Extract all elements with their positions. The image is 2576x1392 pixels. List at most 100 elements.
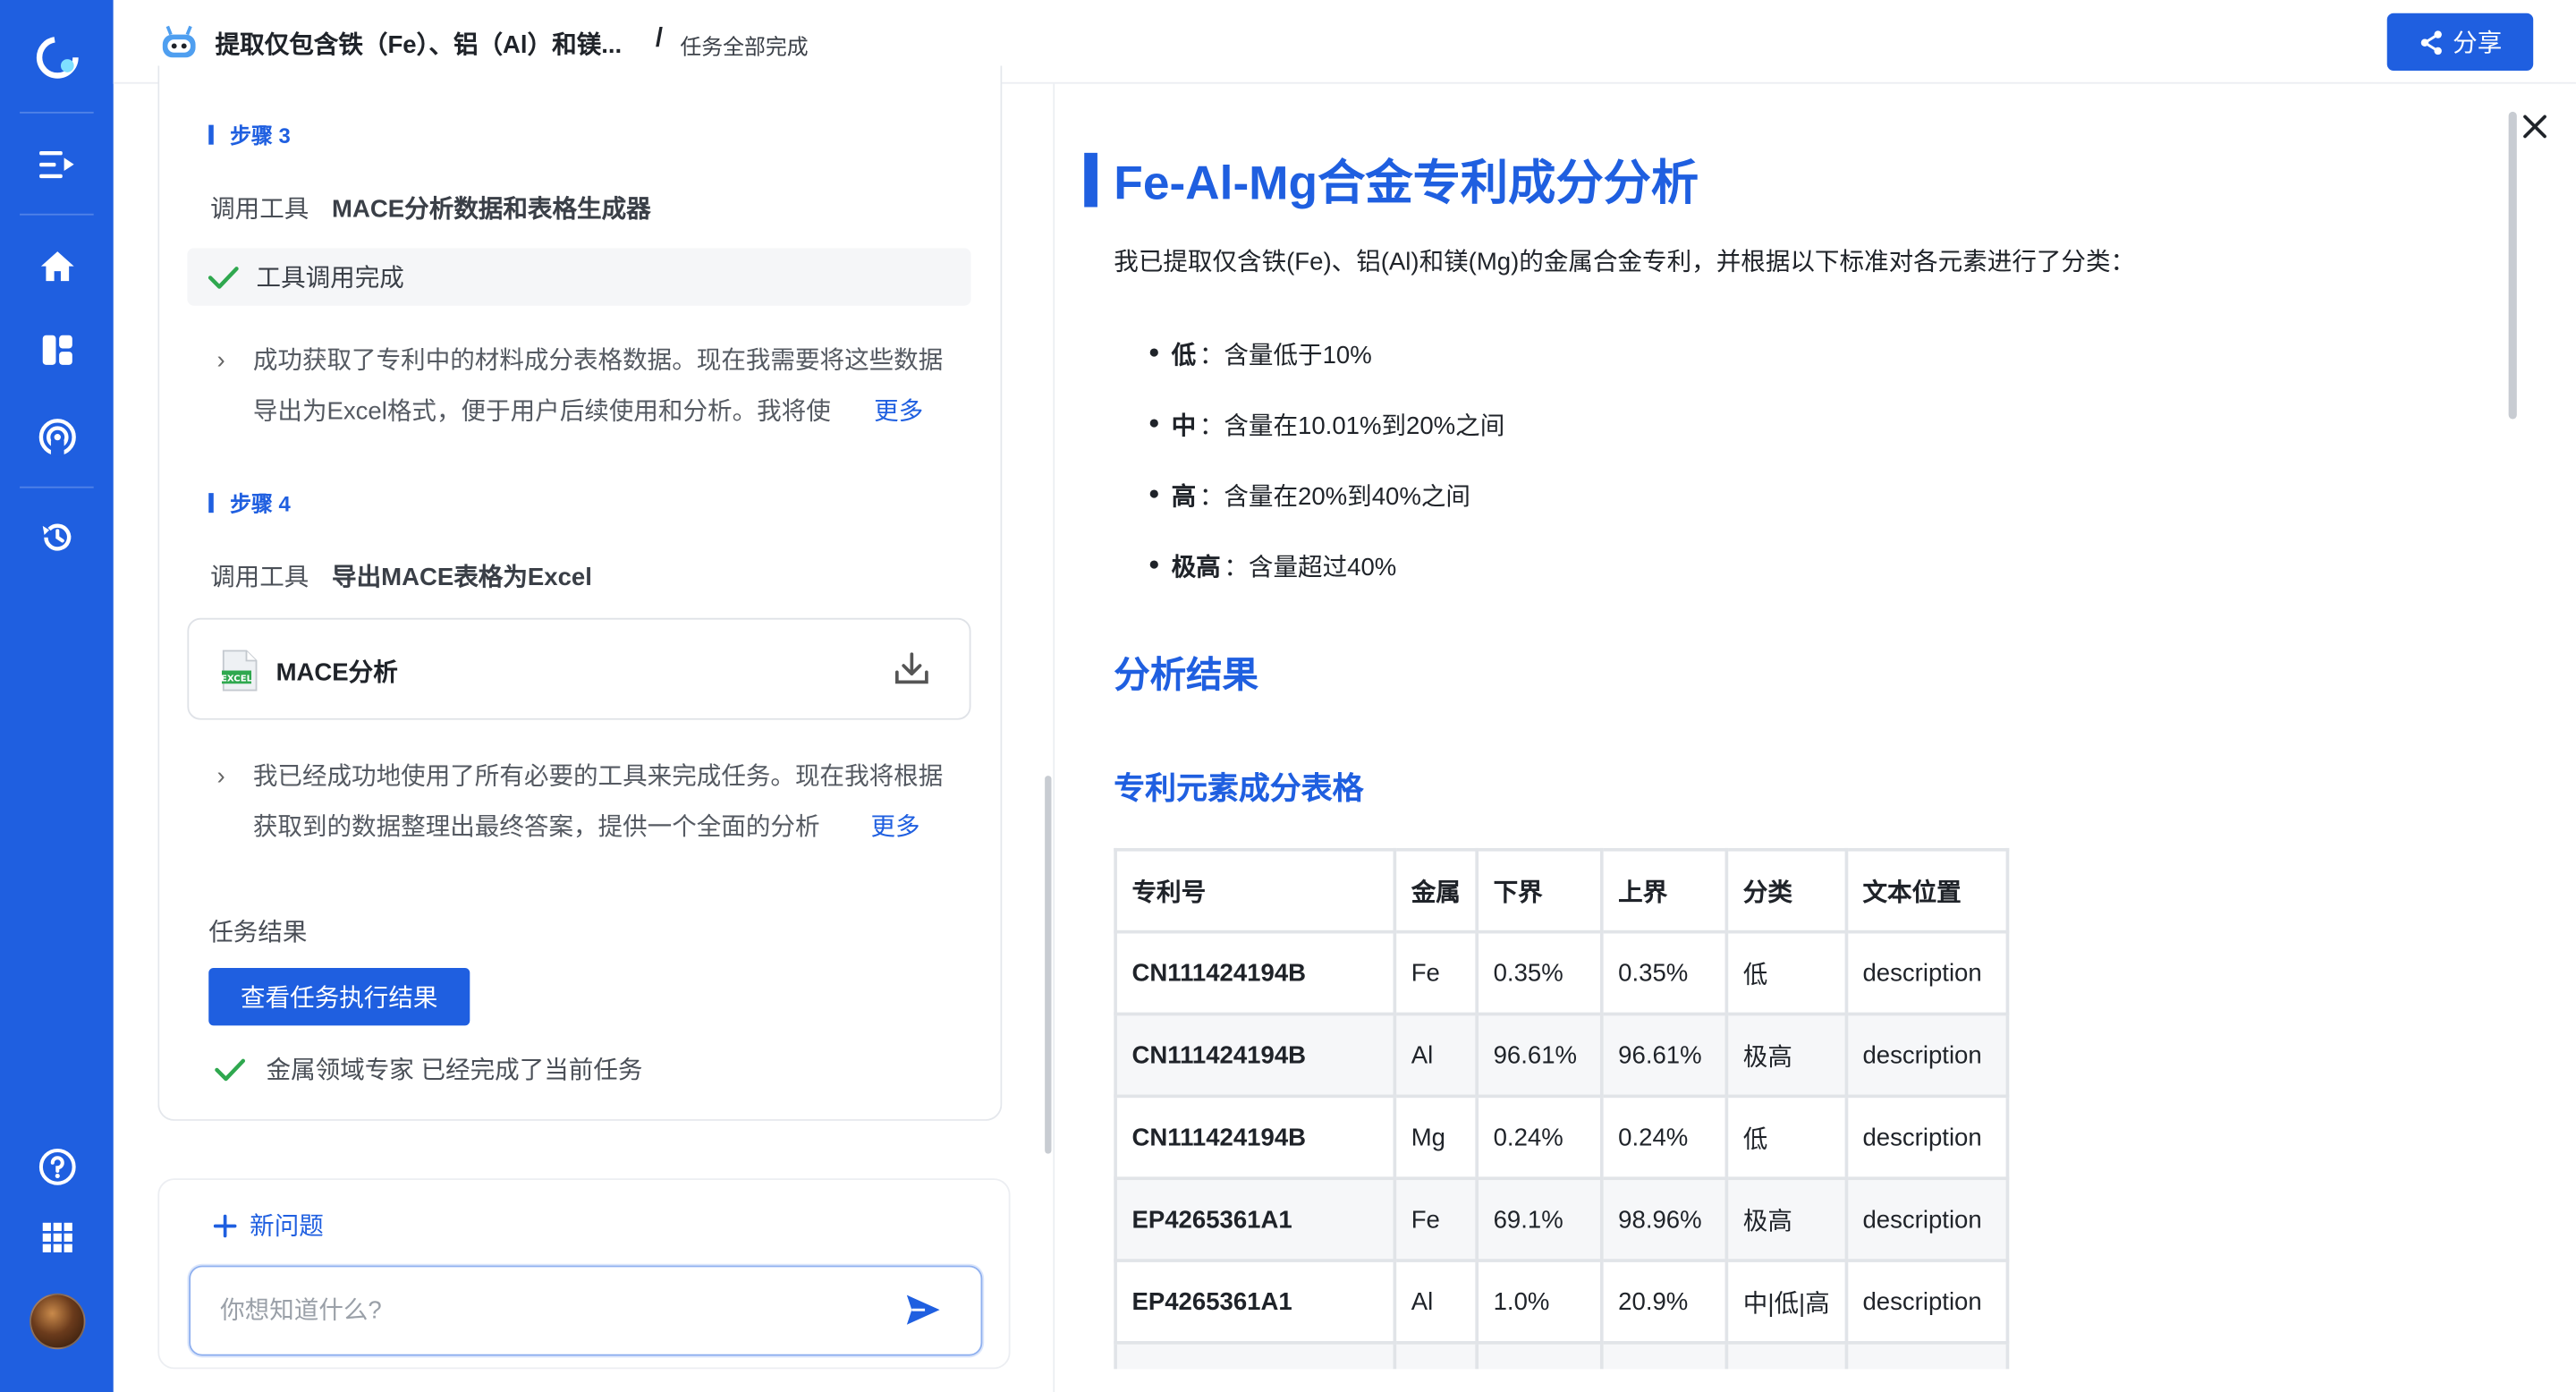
column-header: 下界 (1475, 847, 1604, 934)
chevron-right-icon[interactable]: › (216, 335, 225, 386)
criteria-item: 极高 ：含量超过40% (1149, 530, 1505, 601)
table-cell (1599, 1341, 1729, 1370)
question-input[interactable] (189, 1265, 983, 1356)
table-cell: 96.61% (1599, 1012, 1729, 1099)
excel-file-card[interactable]: EXCEL MACE分析 (187, 617, 971, 720)
criteria-item: 中：含量在10.01%到20%之间 (1149, 389, 1504, 460)
view-results-button[interactable]: 查看任务执行结果 (208, 968, 470, 1026)
menu-expand-icon[interactable] (33, 140, 82, 189)
excel-file-icon: EXCEL (221, 649, 258, 692)
table-cell: description (1844, 1012, 2009, 1099)
column-header: 金属 (1393, 847, 1479, 934)
table-cell: 69.1% (1475, 1176, 1604, 1262)
sidebar-divider (20, 486, 94, 488)
table-cell: Al (1393, 1012, 1479, 1099)
table-cell: 0.24% (1475, 1094, 1604, 1181)
table-cell: 极高 (1724, 1176, 1848, 1262)
subsection-heading: 专利元素成分表格 (1114, 772, 1364, 808)
help-icon[interactable] (33, 1142, 82, 1192)
table-cell: description (1844, 1259, 2009, 1345)
home-icon[interactable] (33, 242, 82, 291)
table-cell: Al (1393, 1259, 1479, 1345)
dashboard-icon[interactable] (33, 326, 82, 375)
table-cell: 低 (1724, 929, 1848, 1016)
tool-done-text: 工具调用完成 (256, 264, 404, 293)
plus-icon (213, 1213, 237, 1237)
table-cell (1475, 1341, 1604, 1370)
step-marker (208, 492, 214, 513)
excel-badge: EXCEL (222, 674, 253, 683)
logo-icon[interactable] (33, 33, 82, 82)
task-status: 任务全部完成 (680, 34, 809, 60)
column-header: 专利号 (1114, 847, 1397, 934)
question-input-card: 新问题 (157, 1178, 1011, 1370)
table-cell: 0.35% (1599, 929, 1729, 1016)
composition-table: 专利号 金属 下界 上界 分类 文本位置 CN111424194B Fe 0.3… (1114, 847, 2009, 1370)
step-4-label: 步骤 4 (208, 487, 291, 518)
task-result-label: 任务结果 (208, 918, 308, 947)
section-heading: 分析结果 (1114, 654, 1258, 696)
send-icon[interactable] (905, 1294, 941, 1327)
tool-name: MACE分析数据和表格生成器 (332, 195, 651, 224)
table-row (1114, 1341, 2009, 1370)
criteria-item: 低：含量低于10% (1149, 318, 1505, 389)
report-title: Fe-Al-Mg合金专利成分分析 (1084, 145, 1699, 214)
column-header: 分类 (1724, 847, 1848, 934)
share-label: 分享 (2453, 30, 2503, 58)
table-cell: 98.96% (1599, 1176, 1729, 1262)
criteria-item: 高：含量在20%到40%之间 (1149, 460, 1505, 530)
table-cell: 1.0% (1475, 1259, 1604, 1345)
sidebar-divider (20, 111, 94, 114)
step-marker (208, 123, 214, 144)
table-cell: description (1844, 1176, 2009, 1262)
table-cell: Fe (1393, 929, 1479, 1016)
broadcast-icon[interactable] (33, 412, 82, 462)
check-icon (208, 266, 239, 288)
table-cell: CN111424194B (1114, 1094, 1397, 1181)
column-header: 文本位置 (1844, 847, 2009, 934)
table-row: EP4265361A1 Al 1.0% 20.9% 中|低|高 descript… (1114, 1259, 2009, 1345)
step-3-tool: 调用工具 MACE分析数据和表格生成器 (210, 195, 651, 224)
download-icon[interactable] (892, 649, 931, 689)
report-intro: 我已提取仅含铁(Fe)、铝(Al)和镁(Mg)的金属合金专利，并根据以下标准对各… (1114, 248, 2136, 276)
table-cell (1393, 1341, 1479, 1370)
table-row: EP4265361A1 Fe 69.1% 98.96% 极高 descripti… (1114, 1176, 2009, 1262)
table-cell: 低 (1724, 1094, 1848, 1181)
avatar[interactable] (30, 1293, 86, 1350)
panel-divider[interactable] (1053, 83, 1055, 1392)
step-4-tool: 调用工具 导出MACE表格为Excel (210, 564, 592, 592)
table-cell: 极高 (1724, 1012, 1848, 1099)
close-icon[interactable] (2520, 112, 2549, 141)
file-name: MACE分析 (275, 658, 398, 687)
title-marker (1084, 151, 1097, 207)
robot-icon (162, 25, 196, 58)
check-icon (215, 1057, 246, 1081)
table-cell: Mg (1393, 1094, 1479, 1181)
apps-grid-icon[interactable] (33, 1213, 82, 1262)
table-cell (1844, 1341, 2009, 1370)
task-complete-row: 金属领域专家 已经完成了当前任务 (214, 1052, 642, 1087)
breadcrumb-separator: / (655, 24, 664, 53)
share-button[interactable]: 分享 (2386, 13, 2534, 71)
chevron-right-icon[interactable]: › (216, 751, 225, 802)
more-link[interactable]: 更多 (864, 802, 920, 853)
table-cell (1114, 1341, 1397, 1370)
table-cell: EP4265361A1 (1114, 1176, 1397, 1262)
left-scrollbar[interactable] (1045, 776, 1052, 1154)
table-header-row: 专利号 金属 下界 上界 分类 文本位置 (1114, 847, 2009, 934)
right-scrollbar[interactable] (2508, 111, 2517, 420)
more-link[interactable]: 更多 (867, 386, 924, 437)
step-3-label: 步骤 3 (208, 118, 291, 149)
step-4-thought[interactable]: › 我已经成功地使用了所有必要的工具来完成任务。现在我将根据获取到的数据整理出最… (216, 751, 960, 853)
criteria-list: 低：含量低于10% 中：含量在10.01%到20%之间 高：含量在20%到40%… (1149, 318, 1505, 601)
table-cell: 0.24% (1599, 1094, 1729, 1181)
sidebar-divider (20, 213, 94, 216)
new-question-label: 新问题 (250, 1212, 324, 1242)
new-question-button[interactable]: 新问题 (213, 1208, 324, 1243)
table-cell: CN111424194B (1114, 1012, 1397, 1099)
step-3-thought[interactable]: › 成功获取了专利中的材料成分表格数据。现在我需要将这些数据导出为Excel格式… (216, 335, 960, 437)
sidebar (0, 0, 114, 1392)
table-row: CN111424194B Al 96.61% 96.61% 极高 descrip… (1114, 1012, 2009, 1099)
share-icon (2420, 30, 2442, 55)
history-icon[interactable] (33, 513, 82, 562)
